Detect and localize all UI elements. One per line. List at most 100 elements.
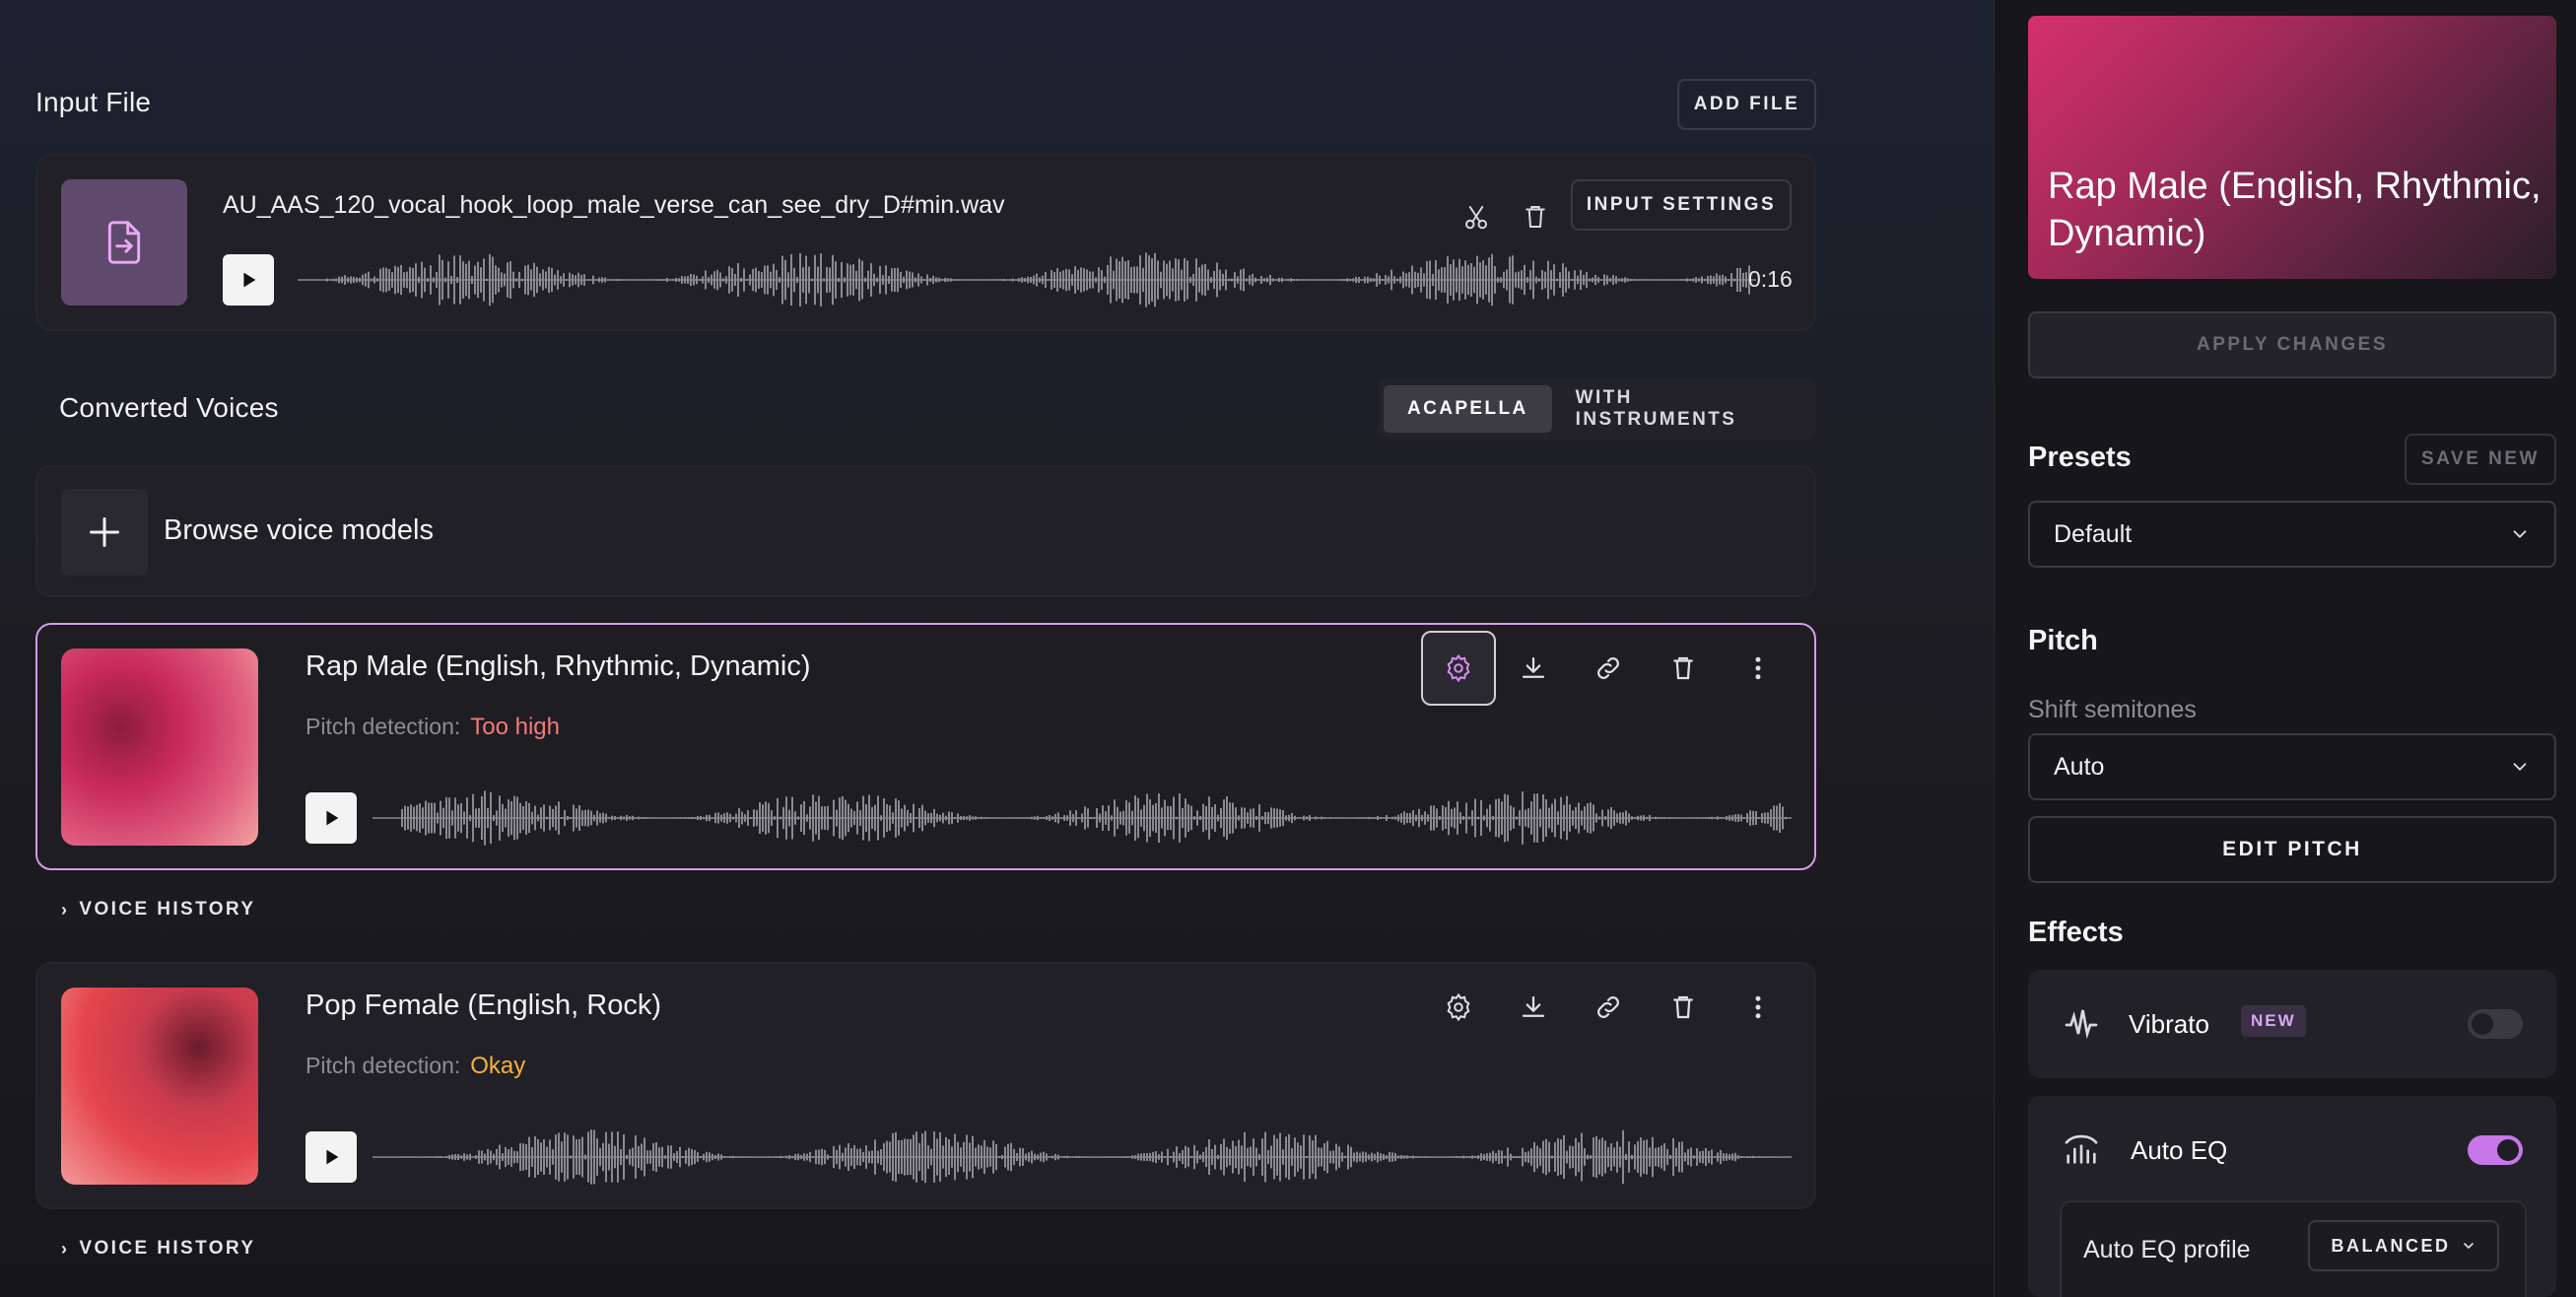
add-file-button[interactable]: ADD FILE [1677, 79, 1816, 130]
plus-icon [61, 489, 148, 576]
link-icon [1597, 996, 1619, 1018]
new-badge: NEW [2241, 1005, 2306, 1037]
trim-button[interactable] [1447, 187, 1506, 246]
chevron-down-icon [2513, 530, 2527, 539]
delete-input-button[interactable] [1506, 187, 1565, 246]
voice-name: Rap Male (English, Rhythmic, Dynamic) [305, 650, 811, 682]
chevron-right-icon: › [61, 899, 70, 920]
browse-voice-models[interactable]: Browse voice models [35, 465, 1816, 597]
voice-avatar [61, 648, 258, 846]
waveform-bars [401, 1129, 1787, 1185]
presets-title: Presets [2028, 442, 2132, 473]
pitch-detection: Pitch detection: Okay [305, 1053, 525, 1080]
trash-icon [1673, 656, 1693, 680]
voice-settings-button[interactable] [1421, 631, 1496, 706]
auto-eq-profile-label: Auto EQ profile [2083, 1236, 2251, 1263]
voice-hero: Rap Male (English, Rhythmic, Dynamic) [2028, 16, 2556, 279]
waveform-bars [401, 790, 1787, 846]
auto-eq-toggle[interactable] [2468, 1135, 2523, 1165]
edit-pitch-button[interactable]: EDIT PITCH [2028, 816, 2556, 883]
pitch-detection-label: Pitch detection: [305, 1053, 461, 1078]
file-thumbnail [61, 179, 187, 306]
file-import-icon [107, 221, 141, 264]
apply-changes-button[interactable]: APPLY CHANGES [2028, 311, 2556, 378]
trash-icon [1673, 995, 1693, 1019]
voice-download-button[interactable] [1504, 978, 1563, 1037]
scissors-icon [1465, 206, 1487, 230]
browse-voice-models-label: Browse voice models [164, 514, 434, 546]
auto-eq-label: Auto EQ [2131, 1135, 2228, 1165]
pitch-title: Pitch [2028, 625, 2098, 656]
tab-acapella[interactable]: ACAPELLA [1384, 385, 1552, 433]
input-file-card: AU_AAS_120_vocal_hook_loop_male_verse_ca… [35, 154, 1816, 331]
gear-icon [1447, 992, 1470, 1022]
download-icon [1522, 656, 1545, 678]
more-vertical-icon [1755, 656, 1761, 680]
voice-waveform[interactable] [373, 1127, 1792, 1187]
trash-icon [1525, 206, 1545, 228]
auto-eq-profile-value: BALANCED [2331, 1235, 2451, 1256]
gear-icon [1447, 653, 1470, 683]
voice-history-toggle[interactable]: › VOICE HISTORY [61, 1238, 255, 1260]
toggle-knob [2497, 1139, 2519, 1161]
voice-more-button[interactable] [1729, 978, 1788, 1037]
auto-eq-profile-panel: Auto EQ profile BALANCED [2060, 1200, 2527, 1297]
voice-link-button[interactable] [1579, 639, 1638, 698]
pitch-detection: Pitch detection: Too high [305, 714, 560, 741]
waveform-icon [2065, 1009, 2098, 1040]
input-filename: AU_AAS_120_vocal_hook_loop_male_verse_ca… [223, 191, 1005, 219]
chevron-down-icon [2513, 763, 2527, 772]
play-icon [243, 272, 256, 288]
voice-waveform[interactable] [373, 788, 1792, 848]
input-waveform[interactable] [298, 250, 1756, 309]
voice-card-rap-male[interactable]: Rap Male (English, Rhythmic, Dynamic) Pi… [35, 623, 1816, 870]
shift-semitones-value: Auto [2054, 752, 2105, 781]
pitch-detection-value: Okay [470, 1053, 526, 1079]
hero-voice-title: Rap Male (English, Rhythmic, Dynamic) [2048, 166, 2542, 254]
save-new-preset-button[interactable]: SAVE NEW [2405, 434, 2556, 485]
shift-semitones-label: Shift semitones [2028, 696, 2197, 723]
voice-history-label: VOICE HISTORY [79, 1238, 256, 1259]
vibrato-effect: Vibrato NEW [2028, 970, 2556, 1078]
voice-history-label: VOICE HISTORY [79, 899, 256, 920]
equalizer-icon [2065, 1134, 2098, 1164]
link-icon [1597, 657, 1619, 679]
voice-download-button[interactable] [1504, 639, 1563, 698]
output-mode-toggle: ACAPELLA WITH INSTRUMENTS [1378, 378, 1816, 440]
main-panel: Input File ADD FILE AU_AAS_120_vocal_hoo… [0, 0, 1994, 1297]
play-icon [326, 810, 339, 826]
more-vertical-icon [1755, 995, 1761, 1019]
tab-with-instruments[interactable]: WITH INSTRUMENTS [1552, 385, 1810, 433]
voice-settings-button[interactable] [1429, 978, 1488, 1037]
effects-title: Effects [2028, 917, 2124, 948]
voice-play-button[interactable] [305, 792, 357, 844]
voice-history-toggle[interactable]: › VOICE HISTORY [61, 899, 255, 921]
input-file-title: Input File [35, 87, 152, 117]
pitch-detection-value: Too high [470, 714, 561, 740]
input-play-button[interactable] [223, 254, 274, 306]
auto-eq-effect: Auto EQ Auto EQ profile BALANCED [2028, 1096, 2556, 1297]
converted-voices-title: Converted Voices [59, 392, 279, 423]
input-duration: 0:16 [1748, 266, 1793, 292]
vibrato-toggle[interactable] [2468, 1009, 2523, 1039]
voice-link-button[interactable] [1579, 978, 1638, 1037]
voice-name: Pop Female (English, Rock) [305, 990, 662, 1021]
auto-eq-profile-select[interactable]: BALANCED [2308, 1220, 2499, 1271]
chevron-down-icon [2463, 1243, 2474, 1250]
voice-delete-button[interactable] [1654, 978, 1713, 1037]
preset-select[interactable]: Default [2028, 501, 2556, 568]
voice-play-button[interactable] [305, 1131, 357, 1183]
preset-select-value: Default [2054, 519, 2133, 548]
download-icon [1522, 995, 1545, 1017]
voice-card-pop-female[interactable]: Pop Female (English, Rock) Pitch detecti… [35, 962, 1816, 1209]
play-icon [326, 1149, 339, 1165]
input-settings-button[interactable]: INPUT SETTINGS [1571, 179, 1792, 231]
voice-delete-button[interactable] [1654, 639, 1713, 698]
toggle-knob [2472, 1013, 2493, 1035]
vibrato-label: Vibrato [2129, 1009, 2209, 1039]
pitch-detection-label: Pitch detection: [305, 714, 461, 739]
chevron-right-icon: › [61, 1238, 70, 1259]
voice-avatar [61, 988, 258, 1185]
shift-semitones-select[interactable]: Auto [2028, 733, 2556, 800]
voice-more-button[interactable] [1729, 639, 1788, 698]
